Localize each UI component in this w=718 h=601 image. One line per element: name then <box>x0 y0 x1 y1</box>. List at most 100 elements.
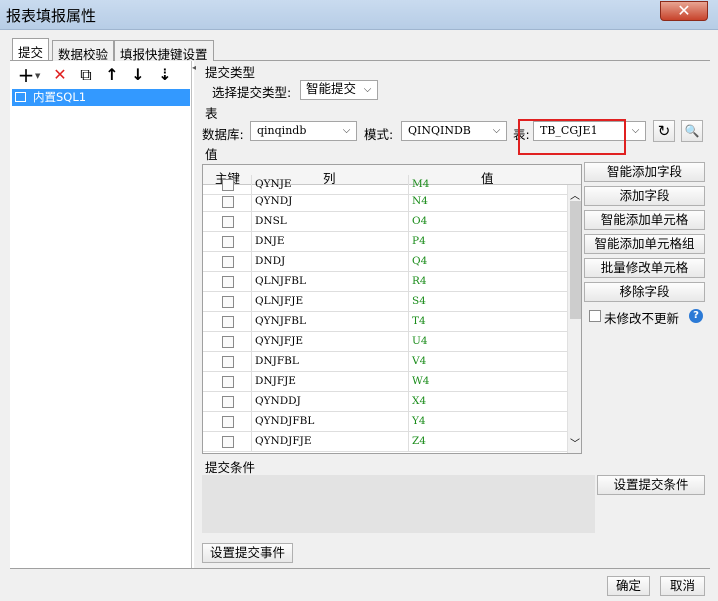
value-cell[interactable]: W4 <box>409 372 567 392</box>
table-row[interactable]: DNJFBL V4 <box>203 352 567 372</box>
chevron-down-icon: ⌵ <box>492 125 501 136</box>
preview-icon[interactable]: 🔍 <box>681 120 703 142</box>
schema-select[interactable]: QINQINDB ⌵ <box>401 121 507 141</box>
column-cell[interactable]: QYNDDJ <box>251 392 409 412</box>
table-row[interactable]: DNJFJE W4 <box>203 372 567 392</box>
value-cell[interactable]: X4 <box>409 392 567 412</box>
tab-shortcut-settings[interactable]: 填报快捷键设置 <box>114 40 214 62</box>
move-up-icon[interactable]: ↑ <box>103 66 121 84</box>
value-text: O4 <box>412 215 428 227</box>
column-cell[interactable]: QLNJFBL <box>251 272 409 292</box>
scroll-down-icon[interactable]: ﹀ <box>570 435 580 450</box>
column-cell[interactable]: QYNDJ <box>251 192 409 212</box>
column-name: QYNDJ <box>255 195 293 207</box>
condition-section-label: 提交条件 <box>205 460 256 475</box>
value-cell[interactable]: Y4 <box>409 412 567 432</box>
value-cell[interactable]: N4 <box>409 192 567 212</box>
remove-field-button[interactable]: 移除字段 <box>584 282 705 302</box>
primary-key-checkbox[interactable] <box>222 376 234 388</box>
help-icon[interactable]: ? <box>689 309 703 323</box>
primary-key-checkbox[interactable] <box>222 179 234 191</box>
table-row[interactable]: QYNJFJE U4 <box>203 332 567 352</box>
copy-icon[interactable]: ⧉ <box>77 66 95 84</box>
table-row[interactable]: DNSL O4 <box>203 212 567 232</box>
primary-key-checkbox[interactable] <box>222 356 234 368</box>
smart-add-cell-group-button[interactable]: 智能添加单元格组 <box>584 234 705 254</box>
primary-key-checkbox[interactable] <box>222 236 234 248</box>
primary-key-checkbox[interactable] <box>222 436 234 448</box>
move-down-icon[interactable]: ↓ <box>129 66 147 84</box>
table-row[interactable]: QYNDDJ X4 <box>203 392 567 412</box>
smart-add-field-button[interactable]: 智能添加字段 <box>584 162 705 182</box>
sql-list-pane <box>10 61 192 568</box>
table-row[interactable]: QLNJFBL R4 <box>203 272 567 292</box>
close-button[interactable]: ✕ <box>660 1 708 21</box>
primary-key-checkbox[interactable] <box>222 416 234 428</box>
table-row[interactable]: QYNDJFBL Y4 <box>203 412 567 432</box>
column-cell[interactable]: DNJE <box>251 232 409 252</box>
tree-item-sql1[interactable]: 内置SQL1 <box>12 89 190 106</box>
grid-scrollbar[interactable]: ︿ ﹀ <box>567 185 581 453</box>
value-text: T4 <box>412 315 426 327</box>
value-cell[interactable]: Z4 <box>409 432 567 452</box>
add-icon[interactable]: + <box>17 65 35 85</box>
table-row[interactable]: QYNDJ N4 <box>203 192 567 212</box>
value-cell[interactable]: T4 <box>409 312 567 332</box>
schema-label: 模式: <box>364 127 394 142</box>
ok-button[interactable]: 确定 <box>607 576 650 596</box>
value-cell[interactable]: Q4 <box>409 252 567 272</box>
submit-type-select[interactable]: 智能提交 ⌵ <box>300 80 378 100</box>
add-field-button[interactable]: 添加字段 <box>584 186 705 206</box>
delete-icon[interactable]: ✕ <box>51 66 69 84</box>
primary-key-checkbox[interactable] <box>222 276 234 288</box>
column-cell[interactable]: QYNDJFJE <box>251 432 409 452</box>
cancel-button[interactable]: 取消 <box>660 576 705 596</box>
column-cell[interactable]: QYNJFJE <box>251 332 409 352</box>
column-cell[interactable]: DNJFJE <box>251 372 409 392</box>
column-cell[interactable]: DNDJ <box>251 252 409 272</box>
primary-key-checkbox[interactable] <box>222 316 234 328</box>
table-row[interactable]: QYNJFBL T4 <box>203 312 567 332</box>
value-cell[interactable]: V4 <box>409 352 567 372</box>
column-cell[interactable]: QYNDJFBL <box>251 412 409 432</box>
primary-key-checkbox[interactable] <box>222 296 234 308</box>
chevron-down-icon[interactable]: ▼ <box>35 72 40 80</box>
primary-key-checkbox[interactable] <box>222 216 234 228</box>
primary-key-checkbox[interactable] <box>222 196 234 208</box>
value-cell[interactable]: U4 <box>409 332 567 352</box>
table-row[interactable]: DNDJ Q4 <box>203 252 567 272</box>
close-icon: ✕ <box>677 1 691 20</box>
primary-key-checkbox[interactable] <box>222 336 234 348</box>
database-select[interactable]: qinqindb ⌵ <box>250 121 357 141</box>
scroll-up-icon[interactable]: ︿ <box>570 187 580 202</box>
value-cell[interactable]: R4 <box>409 272 567 292</box>
value-cell[interactable]: O4 <box>409 212 567 232</box>
column-cell[interactable]: QLNJFJE <box>251 292 409 312</box>
sort-icon[interactable]: ⇣ <box>156 66 174 84</box>
condition-area[interactable] <box>202 475 595 533</box>
schema-value: QINQINDB <box>408 124 471 137</box>
table-row[interactable]: DNJE P4 <box>203 232 567 252</box>
column-cell[interactable]: DNSL <box>251 212 409 232</box>
table-row[interactable]: QLNJFJE S4 <box>203 292 567 312</box>
highlight-box <box>518 119 626 155</box>
value-text: R4 <box>412 275 427 287</box>
value-cell[interactable]: S4 <box>409 292 567 312</box>
tab-data-validation[interactable]: 数据校验 <box>52 40 115 62</box>
scrollbar-thumb[interactable] <box>570 201 581 319</box>
collapse-icon[interactable]: ◂ <box>192 63 196 72</box>
set-submit-event-button[interactable]: 设置提交事件 <box>202 543 293 563</box>
primary-key-checkbox[interactable] <box>222 396 234 408</box>
value-cell[interactable]: P4 <box>409 232 567 252</box>
batch-modify-cell-button[interactable]: 批量修改单元格 <box>584 258 705 278</box>
column-cell[interactable]: QYNJFBL <box>251 312 409 332</box>
table-row[interactable]: QYNDJFJE Z4 <box>203 432 567 452</box>
set-condition-button[interactable]: 设置提交条件 <box>597 475 705 495</box>
smart-add-cell-button[interactable]: 智能添加单元格 <box>584 210 705 230</box>
refresh-icon[interactable]: ↻ <box>653 120 675 142</box>
no-update-unmodified-checkbox[interactable] <box>589 310 601 322</box>
column-cell[interactable]: DNJFBL <box>251 352 409 372</box>
tab-data-validation-label: 数据校验 <box>58 47 109 62</box>
primary-key-checkbox[interactable] <box>222 256 234 268</box>
tab-submit[interactable]: 提交 <box>12 38 50 60</box>
